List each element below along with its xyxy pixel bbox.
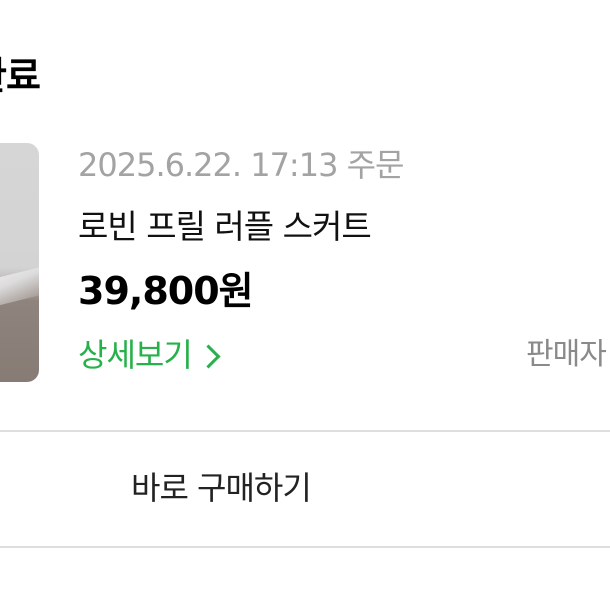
product-name: 로빈 프릴 러플 스커트	[78, 207, 372, 246]
product-thumbnail[interactable]	[0, 143, 39, 382]
view-details-label: 상세보기	[78, 336, 193, 374]
buy-now-label: 바로 구매하기	[131, 469, 312, 507]
order-date: 2025.6.22. 17:13 주문	[78, 146, 404, 184]
buy-now-button[interactable]: 바로 구매하기	[0, 432, 610, 546]
product-price: 39,800원	[78, 269, 254, 313]
product-thumbnail-detail	[0, 267, 39, 313]
order-history-page: 완료 2025.6.22. 17:13 주문 로빈 프릴 러플 스커트 39,8…	[0, 0, 610, 610]
view-details-link[interactable]: 상세보기	[78, 332, 221, 378]
section-title: 완료	[0, 54, 41, 98]
chevron-right-icon	[196, 343, 221, 369]
divider	[0, 546, 610, 548]
seller-label[interactable]: 판매자	[526, 332, 607, 378]
